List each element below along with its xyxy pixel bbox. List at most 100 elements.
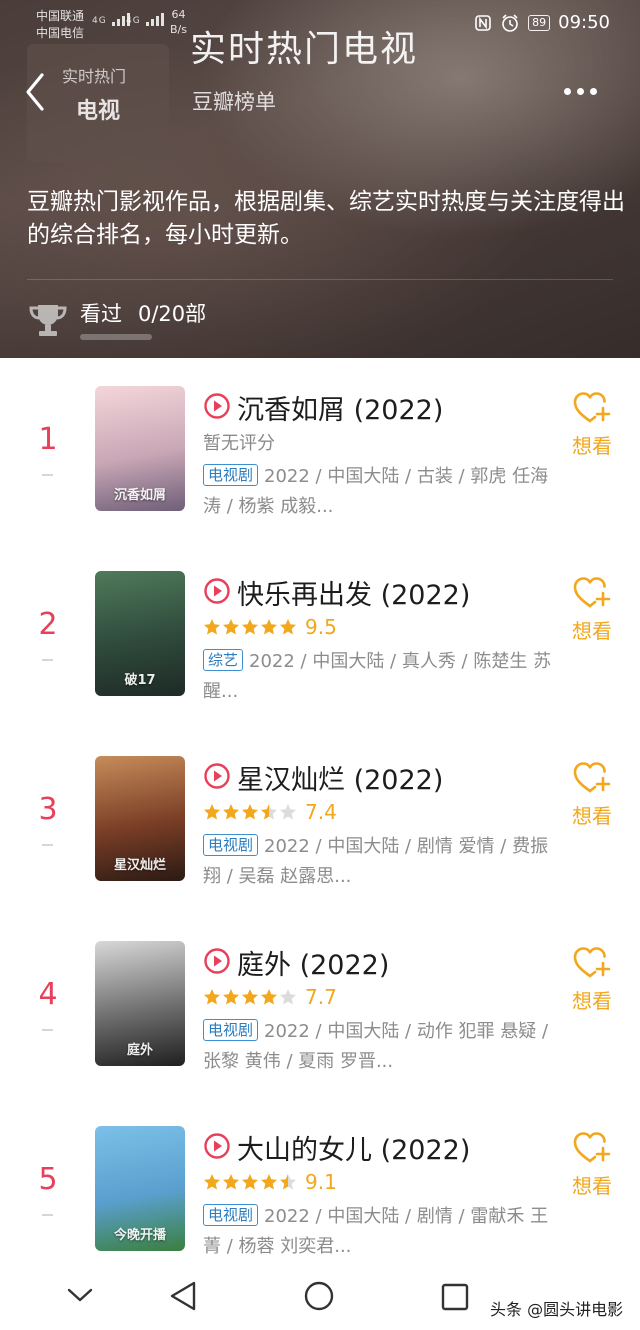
want-to-watch-button[interactable]: 想看: [566, 1130, 618, 1199]
rank-change-indicator: [42, 659, 53, 661]
rank-number: 2: [38, 607, 58, 642]
network-2-label: 4G: [126, 16, 141, 26]
item-meta: 综艺 2022 / 中国大陆 / 真人秀 / 陈楚生 苏醒...: [203, 647, 555, 707]
star-icon: [261, 619, 277, 635]
item-title[interactable]: 快乐再出发 (2022): [237, 573, 470, 612]
header-banner: 中国联通 中国电信 4G 4G 64 B/s 89 09:50 实时热门 电视 …: [0, 0, 640, 358]
want-to-watch-button[interactable]: 想看: [566, 760, 618, 829]
want-to-watch-label: 想看: [572, 619, 612, 643]
carrier-1-label: 中国联通: [36, 9, 85, 23]
poster-image[interactable]: 沉香如屑: [95, 386, 185, 511]
rank-number: 1: [38, 422, 58, 457]
rank-change-indicator: [42, 1214, 53, 1216]
rank-change-indicator: [42, 844, 53, 846]
item-title[interactable]: 庭外 (2022): [237, 943, 389, 982]
star-rating: [203, 1173, 297, 1191]
star-icon: [280, 1174, 296, 1190]
list-item[interactable]: 5 今晚开播 大山的女儿 (2022) 9.1 电视剧 2022 / 中国大陆 / 剧情 …: [0, 1098, 640, 1283]
star-icon: [261, 1174, 277, 1190]
heart-plus-icon: [573, 762, 611, 793]
star-icon: [223, 989, 239, 1005]
star-icon: [242, 804, 258, 820]
nav-recents-icon[interactable]: [440, 1282, 470, 1312]
item-meta: 电视剧 2022 / 中国大陆 / 剧情 爱情 / 费振翔 / 吴磊 赵露思...: [203, 832, 555, 892]
page-title: 实时热门电视: [190, 29, 419, 70]
star-icon: [280, 989, 296, 1005]
star-icon: [280, 804, 296, 820]
heart-plus-icon: [573, 577, 611, 608]
list-item[interactable]: 4 庭外 庭外 (2022) 7.7 电视剧 2022 / 中国大陆 / 动作 犯罪 悬疑…: [0, 913, 640, 1098]
nav-home-icon[interactable]: [303, 1280, 335, 1312]
heart-plus-icon: [573, 392, 611, 423]
want-to-watch-button[interactable]: 想看: [566, 945, 618, 1014]
item-meta: 电视剧 2022 / 中国大陆 / 动作 犯罪 悬疑 / 张黎 黄伟 / 夏雨 罗…: [203, 1017, 555, 1077]
net-speed-value: 64: [171, 8, 186, 21]
watched-count: 0/20部: [138, 302, 207, 326]
poster-image[interactable]: 破17: [95, 571, 185, 696]
item-meta: 电视剧 2022 / 中国大陆 / 古装 / 郭虎 任海涛 / 杨紫 成毅...: [203, 462, 555, 522]
rank-number: 5: [38, 1162, 58, 1197]
back-arrow-icon[interactable]: [24, 72, 46, 112]
play-icon[interactable]: [203, 392, 231, 420]
nav-back-icon[interactable]: [168, 1280, 198, 1312]
star-icon: [280, 619, 296, 635]
rating-row: 7.4: [203, 800, 337, 824]
poster-image[interactable]: 星汉灿烂: [95, 756, 185, 881]
rank-number: 4: [38, 977, 58, 1012]
play-icon[interactable]: [203, 577, 231, 605]
header-divider: [27, 279, 613, 280]
net-speed: 64 B/s: [170, 7, 187, 37]
status-icons: 89 09:50: [474, 12, 610, 33]
star-icon: [204, 804, 220, 820]
list-item[interactable]: 1 沉香如屑 沉香如屑 (2022) 暂无评分电视剧 2022 / 中国大陆 / 古装 …: [0, 358, 640, 543]
rating-score: 9.1: [305, 1170, 337, 1194]
want-to-watch-label: 想看: [572, 989, 612, 1013]
battery-indicator: 89: [528, 14, 551, 31]
watched-progress-bar: [80, 334, 152, 340]
watermark-text: 头条 @圆头讲电影: [490, 1300, 624, 1319]
play-icon[interactable]: [203, 947, 231, 975]
list-item[interactable]: 3 星汉灿烂 星汉灿烂 (2022) 7.4 电视剧 2022 / 中国大陆 / 剧情 爱…: [0, 728, 640, 913]
play-icon[interactable]: [203, 1132, 231, 1160]
poster-image[interactable]: 今晚开播: [95, 1126, 185, 1251]
category-tag: 电视剧: [203, 834, 259, 856]
want-to-watch-label: 想看: [572, 1174, 612, 1198]
star-icon: [223, 804, 239, 820]
item-title[interactable]: 大山的女儿 (2022): [237, 1128, 470, 1167]
page-subtitle: 豆瓣榜单: [192, 90, 276, 114]
collapse-nav-icon[interactable]: [66, 1286, 94, 1304]
rank-change-indicator: [42, 474, 53, 476]
rating-row: 暂无评分: [203, 430, 275, 454]
star-icon: [242, 619, 258, 635]
network-1-label: 4G: [92, 16, 107, 26]
rating-row: 9.5: [203, 615, 337, 639]
rating-row: 9.1: [203, 1170, 337, 1194]
star-icon: [204, 1174, 220, 1190]
list-item[interactable]: 2 破17 快乐再出发 (2022) 9.5 综艺 2022 / 中国大陆 / 真人秀 /…: [0, 543, 640, 728]
nfc-icon: [475, 14, 491, 31]
item-title[interactable]: 沉香如屑 (2022): [237, 388, 443, 427]
more-options-icon[interactable]: [564, 88, 597, 95]
want-to-watch-label: 想看: [572, 434, 612, 458]
rank-number: 3: [38, 792, 58, 827]
poster-image[interactable]: 庭外: [95, 941, 185, 1066]
star-rating: [203, 988, 297, 1006]
star-rating: [203, 803, 297, 821]
poster-caption: 庭外: [126, 1043, 153, 1058]
heart-plus-icon: [573, 1132, 611, 1163]
play-icon[interactable]: [203, 762, 231, 790]
want-to-watch-button[interactable]: 想看: [566, 575, 618, 644]
star-icon: [204, 619, 220, 635]
item-title[interactable]: 星汉灿烂 (2022): [237, 758, 443, 797]
item-meta: 电视剧 2022 / 中国大陆 / 剧情 / 雷献禾 王菁 / 杨蓉 刘奕君...: [203, 1202, 555, 1262]
category-tag: 电视剧: [203, 464, 259, 486]
list-description: 豆瓣热门影视作品，根据剧集、综艺实时热度与关注度得出的综合排名，每小时更新。: [27, 189, 625, 248]
star-icon: [204, 989, 220, 1005]
watched-label: 看过: [80, 302, 122, 326]
poster-caption: 破17: [124, 673, 156, 688]
rating-score: 7.7: [305, 985, 337, 1009]
want-to-watch-button[interactable]: 想看: [566, 390, 618, 459]
poster-caption: 星汉灿烂: [113, 858, 166, 873]
want-to-watch-label: 想看: [572, 804, 612, 828]
net-speed-unit: B/s: [170, 23, 187, 36]
